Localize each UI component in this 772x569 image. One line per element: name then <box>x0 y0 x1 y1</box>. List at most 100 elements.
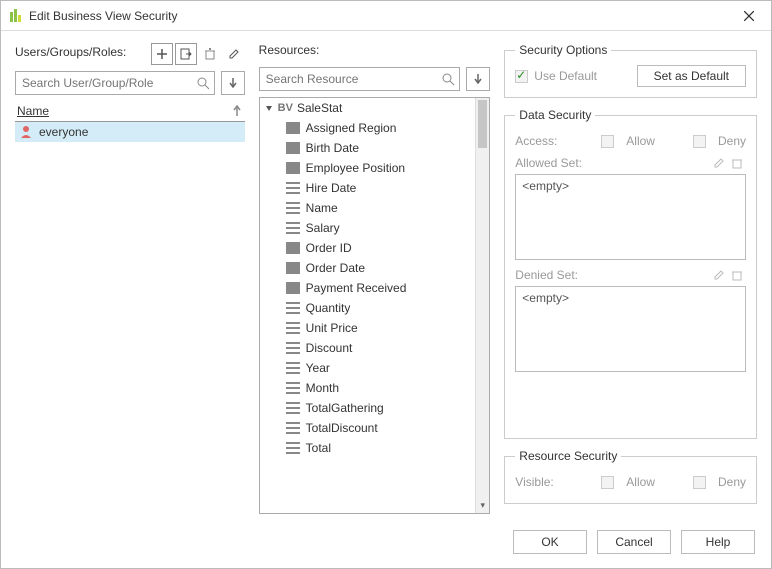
tree-root-label: SaleStat <box>297 101 342 115</box>
list-field-icon <box>286 362 300 374</box>
visible-deny-checkbox <box>693 476 706 489</box>
visible-deny-label: Deny <box>718 475 746 489</box>
list-field-icon <box>286 382 300 394</box>
tree-item[interactable]: Order Date <box>260 258 476 278</box>
tree-item-label: Discount <box>306 341 353 355</box>
user-name: everyone <box>39 125 88 139</box>
tree-item-label: TotalGathering <box>306 401 384 415</box>
user-row[interactable]: everyone <box>15 122 245 142</box>
content-area: Users/Groups/Roles: <box>1 31 771 520</box>
tree-item[interactable]: Assigned Region <box>260 118 476 138</box>
resources-tree: BV SaleStat Assigned Region Birth Date Emp… <box>259 97 491 514</box>
tree-item[interactable]: TotalDiscount <box>260 418 476 438</box>
tree-item[interactable]: Birth Date <box>260 138 476 158</box>
tree-item-label: Birth Date <box>306 141 359 155</box>
edit-button[interactable] <box>223 43 245 65</box>
tree-item[interactable]: Quantity <box>260 298 476 318</box>
tree-item-label: Payment Received <box>306 281 407 295</box>
set-as-default-button[interactable]: Set as Default <box>637 65 746 87</box>
edit-allowed-icon <box>710 154 728 172</box>
list-field-icon <box>286 222 300 234</box>
delete-allowed-icon <box>728 154 746 172</box>
export-button[interactable] <box>175 43 197 65</box>
list-field-icon <box>286 402 300 414</box>
close-button[interactable] <box>735 6 763 26</box>
tree-item[interactable]: Employee Position <box>260 158 476 178</box>
cancel-button[interactable]: Cancel <box>597 530 671 554</box>
resources-search-input[interactable] <box>264 71 443 87</box>
resources-dropdown-button[interactable] <box>466 67 490 91</box>
dialog-window: Edit Business View Security Users/Groups… <box>0 0 772 569</box>
users-list: everyone <box>15 122 245 514</box>
tree-item-label: Year <box>306 361 330 375</box>
resources-search-box[interactable] <box>259 67 461 91</box>
users-list-header[interactable]: Name <box>15 101 245 122</box>
tree-root[interactable]: BV SaleStat <box>260 98 476 118</box>
help-button[interactable]: Help <box>681 530 755 554</box>
denied-set-label: Denied Set: <box>515 268 710 282</box>
tree-item-label: Month <box>306 381 339 395</box>
list-field-icon <box>286 442 300 454</box>
access-deny-label: Deny <box>718 134 746 148</box>
tree-item[interactable]: Name <box>260 198 476 218</box>
block-field-icon <box>286 242 300 254</box>
allowed-set-box: <empty> <box>515 174 746 260</box>
list-field-icon <box>286 422 300 434</box>
users-search-input[interactable] <box>20 75 197 91</box>
tree-item[interactable]: Unit Price <box>260 318 476 338</box>
tree-item[interactable]: Hire Date <box>260 178 476 198</box>
chevron-down-icon[interactable]: ▾ <box>476 500 489 511</box>
visible-allow-checkbox <box>601 476 614 489</box>
list-field-icon <box>286 202 300 214</box>
bv-icon: BV <box>278 102 293 114</box>
tree-item-label: Order ID <box>306 241 352 255</box>
users-label: Users/Groups/Roles: <box>15 45 126 59</box>
tree-item[interactable]: Month <box>260 378 476 398</box>
delete-button[interactable] <box>199 43 221 65</box>
use-default-checkbox <box>515 70 528 83</box>
list-field-icon <box>286 322 300 334</box>
tree-item[interactable]: Order ID <box>260 238 476 258</box>
app-icon <box>9 9 23 23</box>
access-allow-label: Allow <box>626 134 655 148</box>
column-name[interactable]: Name <box>17 104 231 118</box>
visible-allow-label: Allow <box>626 475 655 489</box>
access-label: Access: <box>515 134 589 148</box>
access-deny-checkbox <box>693 135 706 148</box>
users-dropdown-button[interactable] <box>221 71 245 95</box>
search-icon <box>442 73 455 86</box>
tree-item-label: Total <box>306 441 331 455</box>
security-options-group: Security Options Use Default Set as Defa… <box>504 43 757 98</box>
tree-item[interactable]: Payment Received <box>260 278 476 298</box>
expand-icon[interactable] <box>264 103 274 113</box>
data-security-group: Data Security Access: Allow Deny Allowed… <box>504 108 757 439</box>
user-icon <box>19 125 33 139</box>
block-field-icon <box>286 122 300 134</box>
tree-item[interactable]: Discount <box>260 338 476 358</box>
use-default-label: Use Default <box>534 69 597 83</box>
list-field-icon <box>286 342 300 354</box>
tree-item[interactable]: Salary <box>260 218 476 238</box>
resource-security-group: Resource Security Visible: Allow Deny <box>504 449 757 504</box>
tree-item-label: Assigned Region <box>306 121 397 135</box>
tree-scrollbar[interactable]: ▾ <box>475 98 489 513</box>
access-allow-checkbox <box>601 135 614 148</box>
add-button[interactable] <box>151 43 173 65</box>
tree-item[interactable]: TotalGathering <box>260 398 476 418</box>
sort-icon[interactable] <box>231 105 243 117</box>
options-panel: Security Options Use Default Set as Defa… <box>504 43 757 514</box>
ok-button[interactable]: OK <box>513 530 587 554</box>
security-options-legend: Security Options <box>515 43 611 57</box>
resource-security-legend: Resource Security <box>515 449 621 463</box>
search-icon <box>197 77 210 90</box>
delete-denied-icon <box>728 266 746 284</box>
edit-denied-icon <box>710 266 728 284</box>
tree-item-label: Employee Position <box>306 161 405 175</box>
users-search-box[interactable] <box>15 71 215 95</box>
resources-panel: Resources: BV SaleStat <box>259 43 491 514</box>
tree-item[interactable]: Year <box>260 358 476 378</box>
scrollbar-thumb[interactable] <box>478 100 487 148</box>
block-field-icon <box>286 282 300 294</box>
tree-item-label: Hire Date <box>306 181 357 195</box>
tree-item[interactable]: Total <box>260 438 476 458</box>
